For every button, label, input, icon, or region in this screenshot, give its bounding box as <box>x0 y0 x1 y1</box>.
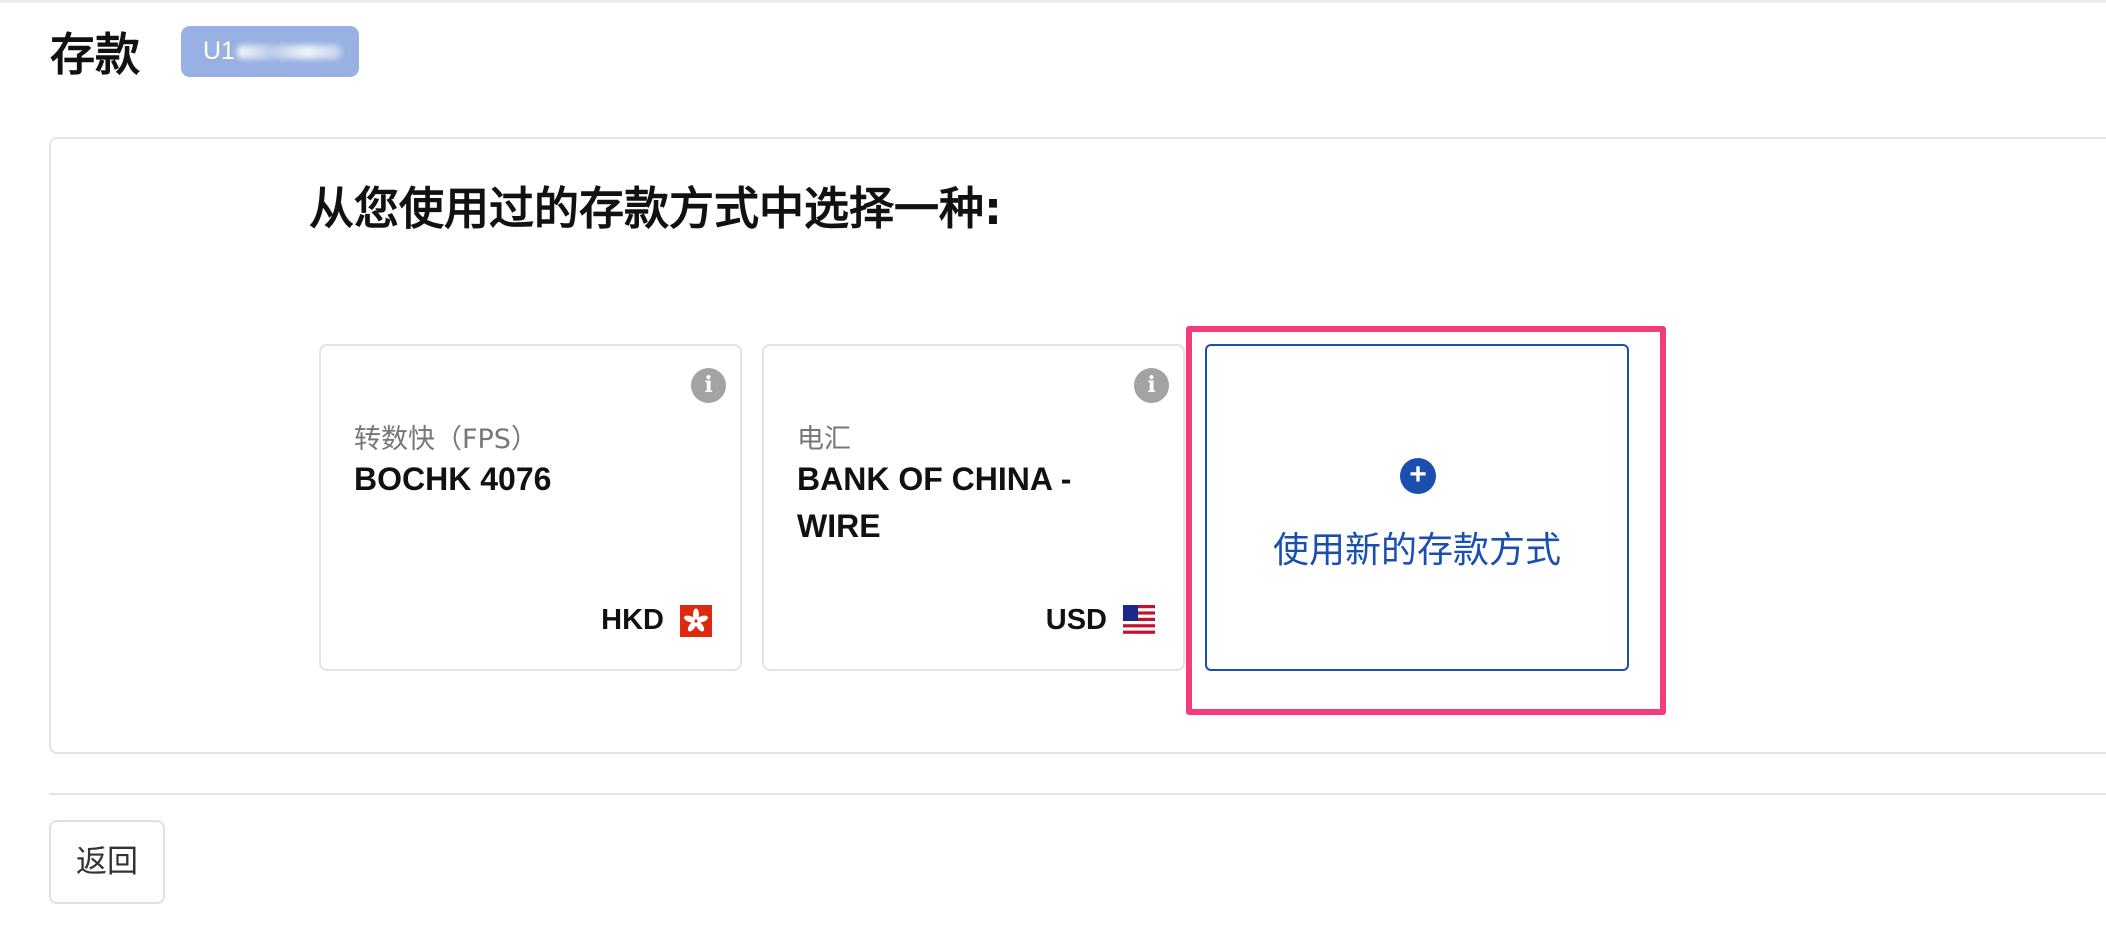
deposit-method-card-fps[interactable]: i 转数快（FPS） BOCHK 4076 HKD <box>319 344 742 671</box>
select-method-prompt: 从您使用过的存款方式中选择一种: <box>309 182 1002 235</box>
back-button[interactable]: 返回 <box>49 820 165 904</box>
hong-kong-flag-icon <box>680 604 712 637</box>
page-title: 存款 <box>50 28 141 81</box>
us-flag-icon <box>1123 604 1155 637</box>
account-id-badge: U1 <box>181 26 359 77</box>
plus-icon: + <box>1400 458 1436 494</box>
method-type-label: 电汇 <box>797 424 851 455</box>
account-id-text: U1 <box>203 37 235 65</box>
top-divider <box>0 0 2106 3</box>
new-method-label: 使用新的存款方式 <box>1272 530 1561 571</box>
currency-code: HKD <box>601 604 664 636</box>
currency-row: USD <box>1046 604 1155 637</box>
method-type-label: 转数快（FPS） <box>354 424 538 455</box>
new-deposit-method-card[interactable]: + 使用新的存款方式 <box>1205 344 1629 671</box>
info-icon[interactable]: i <box>1134 368 1169 403</box>
method-name: BANK OF CHINA - WIRE <box>797 461 1072 544</box>
currency-row: HKD <box>601 604 712 637</box>
method-name: BOCHK 4076 <box>354 461 552 497</box>
info-icon[interactable]: i <box>691 368 726 403</box>
footer-divider <box>49 793 2106 795</box>
deposit-method-card-wire[interactable]: i 电汇 BANK OF CHINA - WIRE USD <box>762 344 1185 671</box>
redacted-blur <box>236 45 342 60</box>
currency-code: USD <box>1045 604 1107 636</box>
